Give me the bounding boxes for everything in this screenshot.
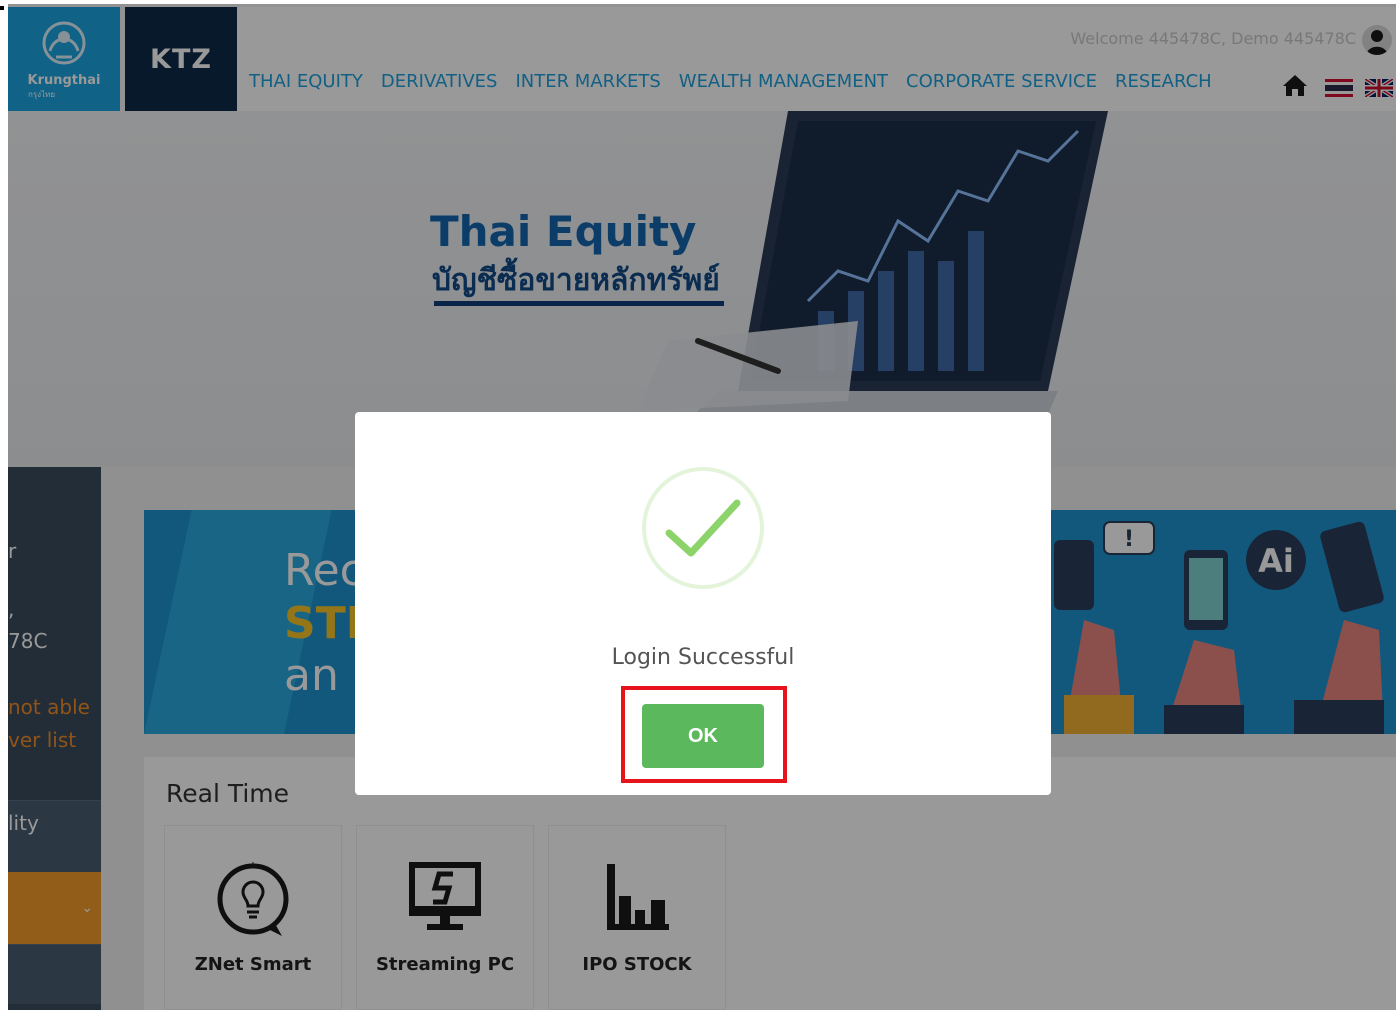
- checkmark-icon: [665, 499, 741, 557]
- dialog-message: Login Successful: [611, 645, 795, 670]
- edge-mark: [0, 6, 4, 10]
- page: Krungthai กรุงไทย KTZ Welcome 445478C, D…: [0, 0, 1396, 1010]
- ok-button-highlight: [621, 686, 787, 783]
